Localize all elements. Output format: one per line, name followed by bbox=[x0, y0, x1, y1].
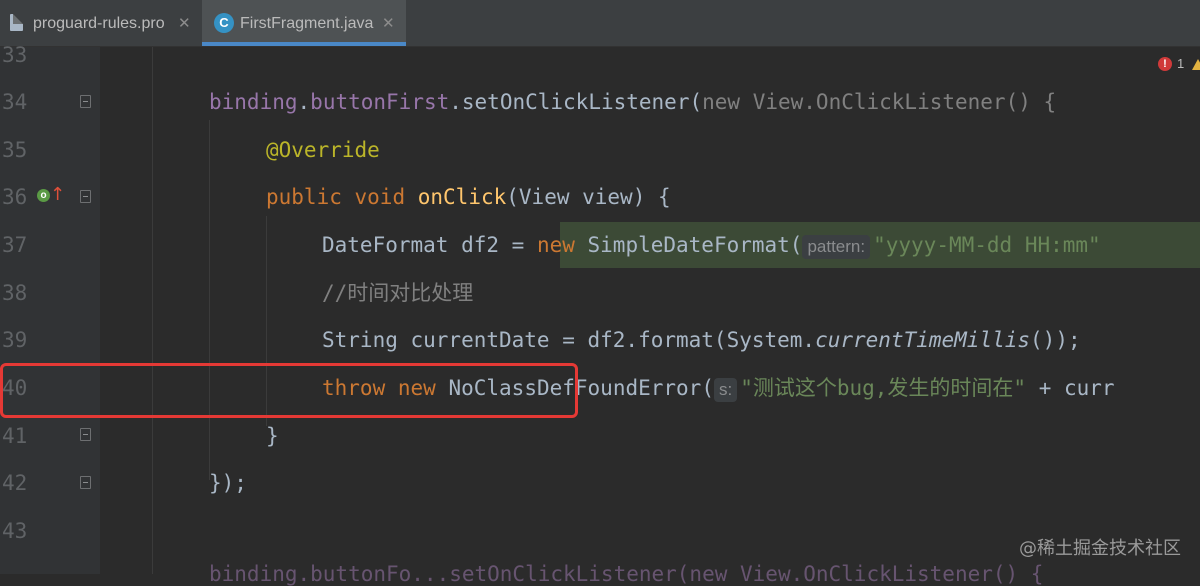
error-count[interactable]: 1 bbox=[1177, 56, 1184, 71]
tab-proguard-rules[interactable]: proguard-rules.pro ✕ bbox=[0, 0, 200, 46]
code-token: . bbox=[297, 90, 311, 114]
code-line-37[interactable]: DateFormat df2 = new SimpleDateFormat(pa… bbox=[322, 233, 1101, 259]
line-number: 35 bbox=[2, 138, 28, 162]
tab-label: proguard-rules.pro bbox=[33, 15, 165, 32]
code-token: buttonFirst bbox=[310, 90, 450, 114]
code-line-39[interactable]: String currentDate = df2.format(System.c… bbox=[322, 328, 1081, 352]
line-number: 39 bbox=[2, 328, 28, 352]
code-line-34[interactable]: binding.buttonFirst.setOnClickListener(n… bbox=[209, 90, 1056, 114]
indent-guide bbox=[209, 120, 210, 480]
line-number: 37 bbox=[2, 233, 28, 257]
code-token: @Override bbox=[266, 138, 380, 162]
text-file-icon bbox=[10, 14, 23, 31]
override-marker-icon[interactable]: o bbox=[37, 189, 50, 202]
line-number: 33 bbox=[2, 43, 28, 67]
implements-arrow-icon[interactable]: ↑ bbox=[50, 186, 65, 204]
warning-icon[interactable] bbox=[1192, 59, 1200, 70]
watermark: @稀土掘金技术社区 bbox=[1019, 538, 1181, 559]
code-line-36[interactable]: public void onClick(View view) { bbox=[266, 185, 671, 209]
code-token: View.OnClickListener() { bbox=[740, 90, 1057, 114]
code-token: } bbox=[266, 424, 279, 448]
close-tab-icon[interactable]: ✕ bbox=[382, 14, 395, 32]
fold-gutter bbox=[75, 47, 100, 574]
code-token: .setOnClickListener( bbox=[449, 90, 703, 114]
code-token: (View view) { bbox=[506, 185, 671, 209]
code-token: onClick bbox=[417, 185, 507, 209]
code-token: binding.buttonFo...setOnClickListener(ne… bbox=[209, 562, 1044, 586]
parameter-hint: s: bbox=[713, 378, 738, 402]
close-tab-icon[interactable]: ✕ bbox=[178, 14, 191, 32]
code-token: + curr bbox=[1026, 376, 1115, 400]
annotation-highlight-box bbox=[0, 363, 578, 418]
indent-guide bbox=[152, 47, 153, 574]
line-number: 36 bbox=[2, 185, 28, 209]
line-number: 42 bbox=[2, 471, 28, 495]
fold-marker-icon[interactable] bbox=[80, 476, 91, 489]
tab-label: FirstFragment.java bbox=[240, 15, 374, 32]
java-class-icon: C bbox=[214, 13, 234, 33]
fold-marker-icon[interactable] bbox=[80, 190, 91, 203]
code-token: SimpleDateFormat( bbox=[574, 233, 803, 257]
code-token: "测试这个bug,发生的时间在" bbox=[740, 376, 1027, 400]
code-token: DateFormat df2 = bbox=[322, 233, 537, 257]
active-tab-indicator bbox=[202, 42, 406, 46]
code-token: ()); bbox=[1030, 328, 1081, 352]
line-number: 41 bbox=[2, 424, 28, 448]
code-token: new bbox=[702, 90, 741, 114]
fold-marker-icon[interactable] bbox=[80, 428, 91, 441]
line-number: 43 bbox=[2, 519, 28, 543]
code-token: String currentDate = df2.format(System. bbox=[322, 328, 816, 352]
code-token: }); bbox=[209, 471, 247, 495]
code-token: public bbox=[266, 185, 342, 209]
code-token: "yyyy-MM-dd HH:mm" bbox=[873, 233, 1101, 257]
code-token: void bbox=[354, 185, 406, 209]
code-line-41[interactable]: } bbox=[266, 424, 279, 448]
code-token: currentTimeMillis bbox=[815, 328, 1031, 352]
fold-marker-icon[interactable] bbox=[80, 95, 91, 108]
code-line-44-partial[interactable]: binding.buttonFo...setOnClickListener(ne… bbox=[209, 562, 1043, 586]
line-number: 34 bbox=[2, 90, 28, 114]
editor-tab-bar: proguard-rules.pro ✕ FirstFragment.java … bbox=[0, 0, 1200, 47]
code-line-42[interactable]: }); bbox=[209, 471, 247, 495]
code-line-35[interactable]: @Override bbox=[266, 138, 380, 162]
parameter-hint: pattern: bbox=[802, 235, 871, 259]
code-token: new bbox=[536, 233, 575, 257]
code-line-38[interactable]: //时间对比处理 bbox=[322, 281, 473, 305]
code-comment: //时间对比处理 bbox=[322, 281, 474, 305]
line-number: 38 bbox=[2, 281, 28, 305]
error-icon[interactable]: ! bbox=[1158, 57, 1172, 71]
code-token: binding bbox=[209, 90, 298, 114]
